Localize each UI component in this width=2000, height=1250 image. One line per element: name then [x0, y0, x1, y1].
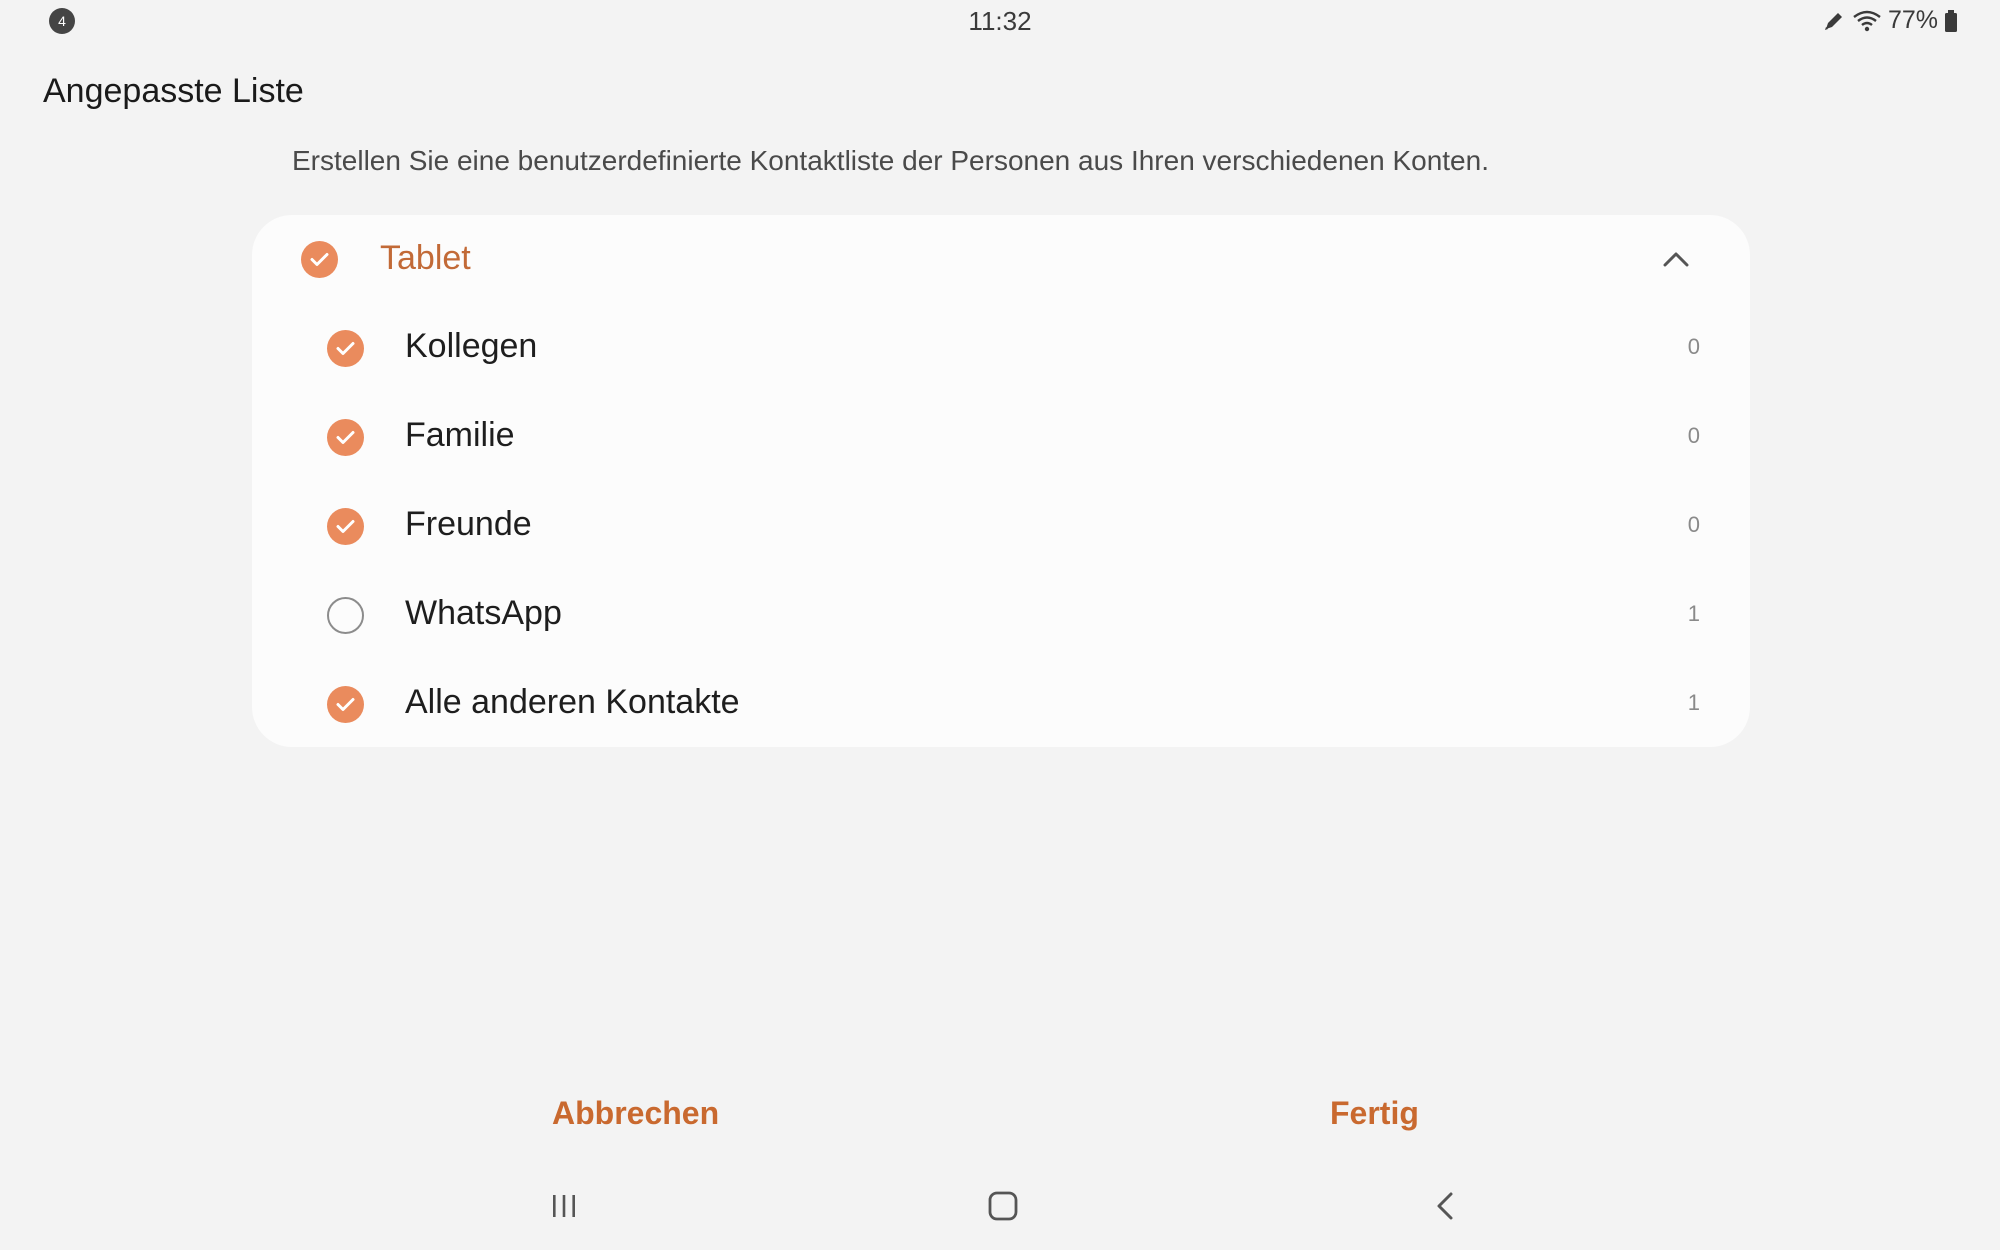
- pen-icon: [1822, 9, 1846, 33]
- list-item-whatsapp[interactable]: WhatsApp 1: [252, 571, 1750, 660]
- list-item-label: Kollegen: [405, 327, 538, 365]
- checkbox-freunde[interactable]: [327, 508, 364, 545]
- back-icon[interactable]: [1430, 1190, 1462, 1227]
- done-button[interactable]: Fertig: [1330, 1095, 1419, 1132]
- checkbox-whatsapp[interactable]: [327, 597, 364, 634]
- list-item-label: Freunde: [405, 505, 532, 543]
- account-group-label: Tablet: [380, 239, 471, 277]
- account-card: Tablet Kollegen 0 Familie 0 Freunde 0 Wh…: [252, 215, 1750, 747]
- cancel-button[interactable]: Abbrechen: [552, 1095, 719, 1132]
- account-group-checkbox[interactable]: [301, 241, 338, 278]
- status-time: 11:32: [968, 6, 1032, 36]
- list-item-label: Familie: [405, 416, 515, 454]
- list-item-familie[interactable]: Familie 0: [252, 393, 1750, 482]
- home-icon[interactable]: [987, 1190, 1019, 1227]
- checkbox-kollegen[interactable]: [327, 330, 364, 367]
- list-item-count: 0: [1687, 334, 1700, 359]
- list-item-freunde[interactable]: Freunde 0: [252, 482, 1750, 571]
- recent-apps-icon[interactable]: [548, 1190, 580, 1227]
- chevron-up-icon[interactable]: [1660, 243, 1692, 280]
- list-item-count: 1: [1687, 690, 1700, 715]
- list-item-label: WhatsApp: [405, 594, 562, 632]
- wifi-icon: [1852, 9, 1882, 33]
- list-item-count: 1: [1687, 601, 1700, 626]
- status-bar: 4 11:32 77%: [0, 0, 2000, 44]
- page-title: Angepasste Liste: [43, 72, 304, 110]
- list-item-count: 0: [1687, 512, 1700, 537]
- page-description: Erstellen Sie eine benutzerdefinierte Ko…: [292, 145, 1489, 176]
- battery-level: 77%: [1887, 6, 1938, 34]
- checkbox-familie[interactable]: [327, 419, 364, 456]
- list-item-label: Alle anderen Kontakte: [405, 683, 740, 721]
- account-group-row[interactable]: Tablet: [252, 215, 1750, 304]
- list-item-kollegen[interactable]: Kollegen 0: [252, 304, 1750, 393]
- list-item-alle-anderen-kontakte[interactable]: Alle anderen Kontakte 1: [252, 660, 1750, 749]
- status-icons: 77%: [1822, 6, 1958, 35]
- checkbox-alle-anderen-kontakte[interactable]: [327, 686, 364, 723]
- list-item-count: 0: [1687, 423, 1700, 448]
- battery-icon: [1944, 9, 1958, 33]
